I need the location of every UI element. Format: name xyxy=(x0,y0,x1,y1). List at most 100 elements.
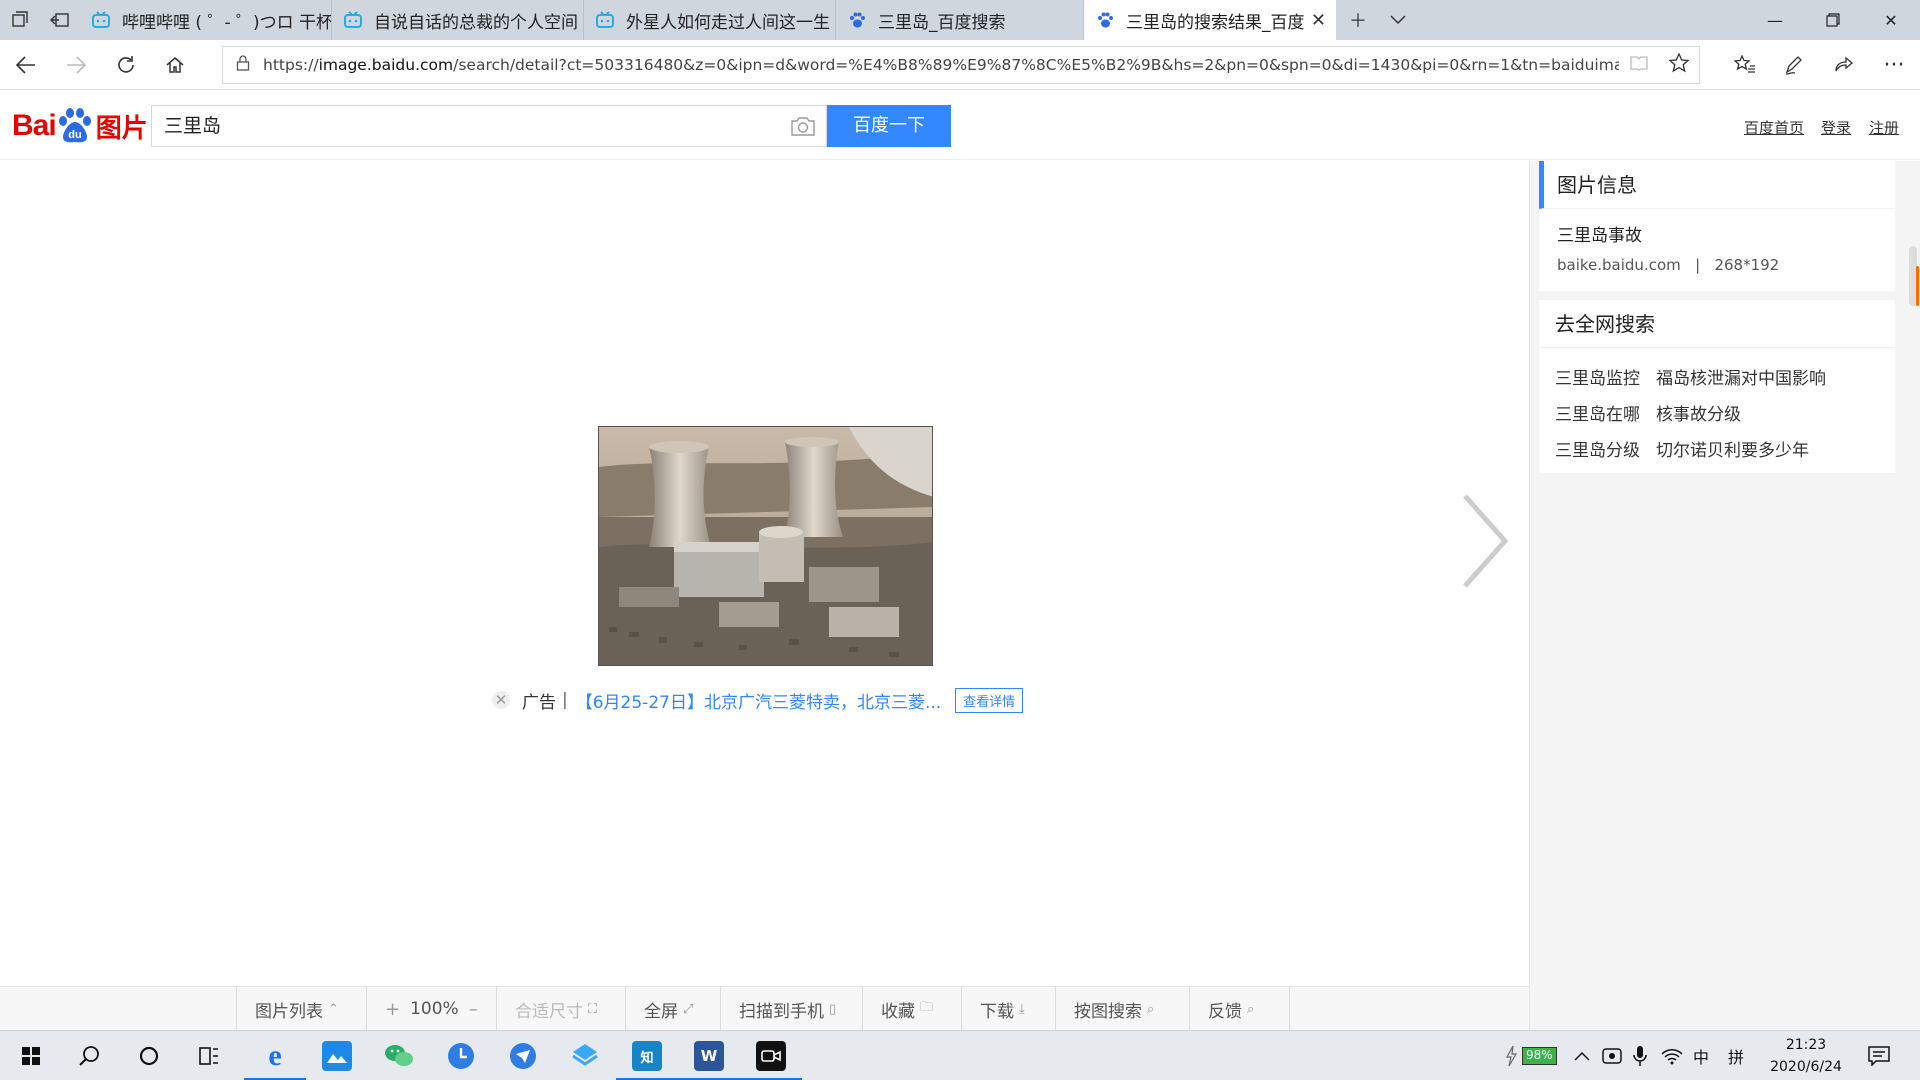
image-info-card: 图片信息 三里岛事故 baike.baidu.com | 268*192 xyxy=(1539,161,1895,291)
tab-video[interactable]: 外星人如何走过人间这一生 xyxy=(584,0,836,40)
tab-label: 三里岛_百度搜索 xyxy=(878,12,1006,33)
ad-detail-button[interactable]: 查看详情 xyxy=(955,687,1024,713)
search-icon[interactable] xyxy=(58,1031,120,1080)
url-field[interactable]: https://image.baidu.com/search/detail?ct… xyxy=(222,46,1700,84)
related-link[interactable]: 三里岛监控 xyxy=(1555,364,1640,389)
wechat-icon[interactable] xyxy=(368,1031,430,1080)
address-bar: https://image.baidu.com/search/detail?ct… xyxy=(0,40,1920,90)
fullscreen-button[interactable]: 全屏 ⤢ xyxy=(625,987,693,1031)
close-ad-icon[interactable]: ✕ xyxy=(492,691,510,709)
collect-button[interactable]: 收藏 🗀 xyxy=(862,987,933,1031)
chevron-up-icon[interactable] xyxy=(1574,1031,1590,1080)
related-link[interactable]: 三里岛分级 xyxy=(1555,436,1640,461)
tab-bilibili[interactable]: 哔哩哔哩 ( ゜- ゜)つロ 干杯~ xyxy=(80,0,332,40)
home-icon[interactable] xyxy=(155,45,195,85)
clock-app-icon[interactable] xyxy=(430,1031,492,1080)
image-source-title[interactable]: 三里岛事故 xyxy=(1557,221,1895,246)
tab-baidu-search[interactable]: 三里岛_百度搜索 xyxy=(836,0,1084,40)
cortana-icon[interactable] xyxy=(118,1031,180,1080)
image-list-button[interactable]: 图片列表 ⌃ xyxy=(236,987,339,1031)
bilibili-icon xyxy=(344,11,362,28)
dingtalk-icon[interactable] xyxy=(554,1031,616,1080)
tab-user-space[interactable]: 自说自话的总裁的个人空间 xyxy=(332,0,584,40)
image-source-domain[interactable]: baike.baidu.com xyxy=(1557,256,1681,274)
favorites-hub-icon[interactable] xyxy=(1725,45,1765,85)
meta-separator: | xyxy=(1695,256,1701,274)
related-link[interactable]: 福岛核泄漏对中国影响 xyxy=(1656,364,1826,389)
related-link[interactable]: 核事故分级 xyxy=(1656,400,1741,425)
next-image-arrow-icon[interactable] xyxy=(1455,491,1515,591)
web-note-icon[interactable] xyxy=(1774,45,1814,85)
search-by-image-button[interactable]: 按图搜索 ⌕ xyxy=(1055,987,1154,1031)
zoom-in-button[interactable]: + xyxy=(385,999,400,1020)
baidu-image-logo[interactable]: Bai du 图片 xyxy=(12,102,148,150)
new-tab-icon[interactable]: ＋ xyxy=(1338,0,1378,40)
related-row: 三里岛监控 福岛核泄漏对中国影响 xyxy=(1555,358,1895,394)
zoom-control: + 100% – xyxy=(366,987,488,1031)
scan-to-phone-button[interactable]: 扫描到手机 ▯ xyxy=(720,987,836,1031)
expand-icon: ⤢ xyxy=(683,1001,694,1017)
page-scrollbar[interactable] xyxy=(1906,161,1920,1030)
close-tab-icon[interactable]: ✕ xyxy=(1311,10,1326,31)
zhihu-app-icon[interactable]: 知 xyxy=(616,1031,678,1080)
word-app-icon[interactable]: W xyxy=(678,1031,740,1080)
login-link[interactable]: 登录 xyxy=(1821,117,1851,138)
minimize-icon[interactable]: — xyxy=(1746,0,1804,40)
edge-browser-icon[interactable]: e xyxy=(244,1031,306,1080)
scrollbar-thumb[interactable] xyxy=(1909,246,1919,306)
zoom-out-button[interactable]: – xyxy=(469,999,478,1020)
search-input[interactable]: 三里岛 xyxy=(151,105,827,147)
task-view-icon[interactable] xyxy=(178,1031,240,1080)
image-info-title: 图片信息 xyxy=(1539,161,1895,209)
more-options-icon[interactable]: ··· xyxy=(1874,45,1914,85)
related-link[interactable]: 切尔诺贝利要多少年 xyxy=(1656,436,1809,461)
chevron-up-circle-icon: ⌃ xyxy=(328,1001,339,1017)
zoom-level: 100% xyxy=(410,999,459,1019)
download-button[interactable]: 下载 ⤓ xyxy=(961,987,1025,1031)
set-aside-tabs-icon[interactable] xyxy=(40,0,80,40)
restore-icon[interactable] xyxy=(1804,0,1862,40)
baidu-paw-icon: du xyxy=(58,108,91,143)
share-icon[interactable] xyxy=(1824,45,1864,85)
meeting-app-icon[interactable] xyxy=(1602,1031,1622,1080)
browser-tab-bar: 哔哩哔哩 ( ゜- ゜)つロ 干杯~ 自说自话的总裁的个人空间 外星人如何走过人… xyxy=(0,0,1920,40)
refresh-icon[interactable] xyxy=(106,45,146,85)
image-source-meta: baike.baidu.com | 268*192 xyxy=(1557,256,1895,274)
notification-center-icon[interactable] xyxy=(1868,1031,1890,1080)
search-value: 三里岛 xyxy=(164,115,222,137)
battery-indicator[interactable]: 98% xyxy=(1522,1031,1557,1080)
favorite-star-icon[interactable] xyxy=(1659,51,1699,78)
related-search-card: 去全网搜索 三里岛监控 福岛核泄漏对中国影响 三里岛在哪 核事故分级 三里岛分级… xyxy=(1539,300,1895,473)
back-icon[interactable] xyxy=(6,45,46,85)
forward-icon[interactable] xyxy=(56,45,96,85)
wifi-icon[interactable] xyxy=(1661,1031,1683,1080)
ad-banner: ✕ 广告 | 【6月25-27日】北京广汽三菱特卖，北京三菱... 查看详情 xyxy=(492,685,1024,715)
microphone-icon[interactable] xyxy=(1633,1031,1647,1080)
search-button[interactable]: 百度一下 xyxy=(827,105,951,147)
feedback-button[interactable]: 反馈 ⌕ xyxy=(1189,987,1254,1031)
image-search-icon: ⌕ xyxy=(1147,1001,1155,1017)
logo-du-text: du xyxy=(68,129,81,141)
photos-app-icon[interactable] xyxy=(306,1031,368,1080)
camera-app-icon[interactable] xyxy=(740,1031,802,1080)
feishu-icon[interactable] xyxy=(492,1031,554,1080)
taskbar-clock[interactable]: 21:23 2020/6/24 xyxy=(1758,1034,1854,1078)
ime-language-indicator[interactable]: 中 xyxy=(1693,1031,1709,1080)
fit-size-button[interactable]: 合适尺寸 ⛶ xyxy=(496,987,597,1031)
ime-mode-indicator[interactable]: 拼 xyxy=(1728,1031,1744,1080)
ad-link[interactable]: 【6月25-27日】北京广汽三菱特卖，北京三菱... xyxy=(576,688,941,713)
baidu-home-link[interactable]: 百度首页 xyxy=(1744,117,1804,138)
camera-icon[interactable] xyxy=(790,114,816,138)
chevron-down-icon[interactable] xyxy=(1378,0,1418,40)
windows-start-icon[interactable] xyxy=(0,1031,62,1080)
nuclear-plant-photo[interactable] xyxy=(598,426,933,666)
baidu-image-header: Bai du 图片 三里岛 百度一下 百度首页 登录 注册 xyxy=(0,90,1920,160)
tab-baidu-image-result[interactable]: 三里岛的搜索结果_百度 ✕ xyxy=(1084,0,1336,40)
right-panel: 图片信息 三里岛事故 baike.baidu.com | 268*192 去全网… xyxy=(1529,161,1906,1030)
close-window-icon[interactable]: ✕ xyxy=(1862,0,1920,40)
tab-list-icon[interactable] xyxy=(0,0,40,40)
related-link[interactable]: 三里岛在哪 xyxy=(1555,400,1640,425)
url-text: https://image.baidu.com/search/detail?ct… xyxy=(263,56,1619,74)
reading-view-icon[interactable] xyxy=(1619,55,1659,76)
register-link[interactable]: 注册 xyxy=(1869,117,1899,138)
